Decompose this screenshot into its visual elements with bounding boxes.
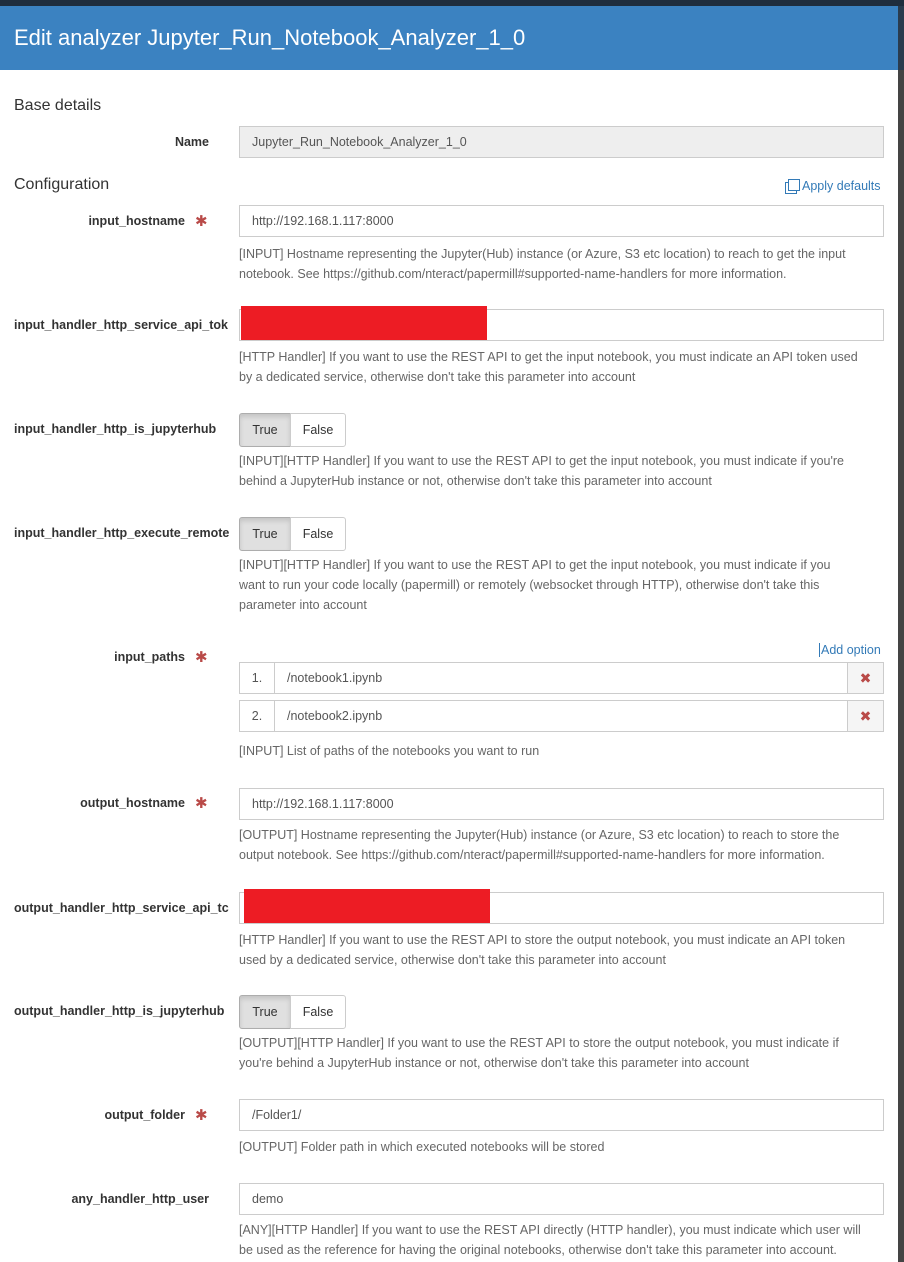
any-user-value: demo [252,1192,284,1206]
name-field: Jupyter_Run_Notebook_Analyzer_1_0 [239,126,884,158]
path-number: 2. [239,700,275,732]
modal-header: Edit analyzer Jupyter_Run_Notebook_Analy… [0,6,898,70]
help-line: [INPUT][HTTP Handler] If you want to use… [239,558,831,572]
required-asterisk-icon: ✱ [195,795,208,812]
input-hostname-value: http://192.168.1.117:8000 [252,214,394,228]
any-user-help: [ANY][HTTP Handler] If you want to use t… [239,1220,887,1260]
output-hostname-value: http://192.168.1.117:8000 [252,797,394,811]
help-line: by a dedicated service, otherwise don't … [239,370,636,384]
apply-defaults-label: Apply defaults [802,179,881,193]
redaction-box [244,889,490,923]
path-input[interactable]: /notebook1.ipynb [275,662,847,694]
output-api-token-label: output_handler_http_service_api_tc [14,901,229,915]
input-api-token-label: input_handler_http_service_api_tok [14,318,228,332]
true-button[interactable]: True [239,517,291,551]
help-line: parameter into account [239,598,367,612]
input-execute-remote-toggle: True False [239,517,346,551]
help-line: [ANY][HTTP Handler] If you want to use t… [239,1223,861,1237]
true-button[interactable]: True [239,413,291,447]
output-api-token-help: [HTTP Handler] If you want to use the RE… [239,930,887,970]
copy-icon [788,179,800,191]
help-line: you're behind a JupyterHub instance or n… [239,1056,749,1070]
help-line: behind a JupyterHub instance or not, oth… [239,474,712,488]
output-is-jupyterhub-label: output_handler_http_is_jupyterhub [14,1004,225,1018]
required-asterisk-icon: ✱ [195,213,208,230]
help-line: [OUTPUT] Folder path in which executed n… [239,1140,605,1154]
output-is-jupyterhub-toggle: True False [239,995,346,1029]
input-hostname-label: input_hostname [88,214,185,228]
input-is-jupyterhub-label: input_handler_http_is_jupyterhub [14,422,217,436]
output-hostname-help: [OUTPUT] Hostname representing the Jupyt… [239,825,887,865]
scroll-edge-top [898,6,904,70]
path-input[interactable]: /notebook2.ipynb [275,700,847,732]
help-line: be used as the reference for having the … [239,1243,837,1257]
help-line: [HTTP Handler] If you want to use the RE… [239,350,858,364]
modal-title: Edit analyzer Jupyter_Run_Notebook_Analy… [14,25,526,50]
input-paths-label: input_paths [114,650,185,664]
path-row: 2. /notebook2.ipynb ✖ [239,700,884,732]
output-folder-label: output_folder [104,1108,185,1122]
input-hostname-field[interactable]: http://192.168.1.117:8000 [239,205,884,237]
modal-body: Base details Name Jupyter_Run_Notebook_A… [0,70,898,1262]
output-hostname-field[interactable]: http://192.168.1.117:8000 [239,788,884,820]
help-line: [INPUT][HTTP Handler] If you want to use… [239,454,845,468]
output-folder-value: /Folder1/ [252,1108,302,1122]
any-user-label: any_handler_http_user [71,1192,209,1206]
required-asterisk-icon: ✱ [195,1107,208,1124]
help-line: [OUTPUT] Hostname representing the Jupyt… [239,828,840,842]
input-api-token-help: [HTTP Handler] If you want to use the RE… [239,347,887,387]
input-is-jupyterhub-help: [INPUT][HTTP Handler] If you want to use… [239,451,887,491]
true-button[interactable]: True [239,995,291,1029]
false-button[interactable]: False [290,995,346,1029]
output-is-jupyterhub-help: [OUTPUT][HTTP Handler] If you want to us… [239,1033,887,1073]
redaction-box [241,306,487,340]
remove-icon[interactable]: ✖ [847,700,884,732]
output-hostname-label: output_hostname [80,796,185,810]
input-execute-remote-help: [INPUT][HTTP Handler] If you want to use… [239,555,887,615]
input-execute-remote-label: input_handler_http_execute_remote [14,526,230,540]
help-line: used by a dedicated service, otherwise d… [239,953,666,967]
path-number: 1. [239,662,275,694]
configuration-title: Configuration [14,176,110,193]
false-button[interactable]: False [290,517,346,551]
scrollbar[interactable] [898,70,904,1262]
apply-defaults-link[interactable]: Apply defaults [788,179,881,193]
required-asterisk-icon: ✱ [195,649,208,666]
false-button[interactable]: False [290,413,346,447]
help-line: want to run your code locally (papermill… [239,578,820,592]
help-line: [OUTPUT][HTTP Handler] If you want to us… [239,1036,839,1050]
input-paths-help: [INPUT] List of paths of the notebooks y… [239,741,887,761]
help-line: output notebook. See https://github.com/… [239,848,825,862]
input-hostname-help: [INPUT] Hostname representing the Jupyte… [239,244,887,284]
help-line: [HTTP Handler] If you want to use the RE… [239,933,846,947]
output-folder-help: [OUTPUT] Folder path in which executed n… [239,1137,887,1157]
base-details-title: Base details [14,97,102,114]
remove-icon[interactable]: ✖ [847,662,884,694]
name-value: Jupyter_Run_Notebook_Analyzer_1_0 [252,135,467,149]
any-user-field[interactable]: demo [239,1183,884,1215]
add-option-link[interactable]: Add option [819,643,881,657]
path-row: 1. /notebook1.ipynb ✖ [239,662,884,694]
name-label: Name [174,135,209,149]
help-line: [INPUT] Hostname representing the Jupyte… [239,247,846,261]
output-folder-field[interactable]: /Folder1/ [239,1099,884,1131]
help-line: [INPUT] List of paths of the notebooks y… [239,744,540,758]
input-is-jupyterhub-toggle: True False [239,413,346,447]
help-line: notebook. See https://github.com/nteract… [239,267,787,281]
